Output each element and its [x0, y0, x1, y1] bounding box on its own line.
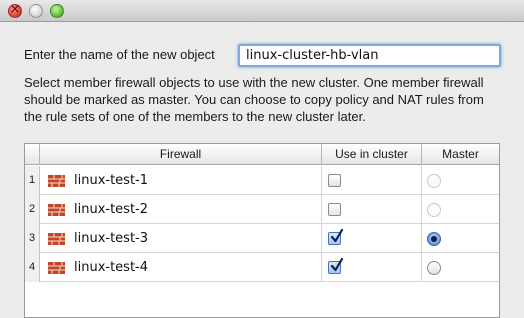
- member-firewalls-table: Firewall Use in cluster Master 1 linux-t…: [24, 143, 500, 318]
- table-row[interactable]: 1 linux-test-1: [25, 166, 499, 195]
- master-radio[interactable]: [427, 203, 441, 217]
- use-in-cluster-checkbox[interactable]: [328, 174, 341, 187]
- use-in-cluster-cell: [322, 166, 422, 195]
- firewall-name: linux-test-1: [74, 173, 149, 188]
- table-row[interactable]: 3 linux-test-3: [25, 224, 499, 253]
- firewall-brick-icon: [48, 233, 65, 245]
- use-in-cluster-cell: [322, 195, 422, 224]
- master-radio[interactable]: [427, 261, 441, 275]
- use-in-cluster-cell: [322, 224, 422, 253]
- use-in-cluster-checkbox[interactable]: [328, 229, 344, 245]
- row-number: 1: [25, 166, 40, 195]
- table-header: Firewall Use in cluster Master: [25, 144, 499, 165]
- firewall-name: linux-test-4: [74, 260, 149, 275]
- checkmark-icon: [330, 258, 344, 272]
- minimize-window-button[interactable]: [29, 4, 43, 18]
- window-titlebar: [0, 0, 524, 22]
- table-row[interactable]: 4 linux-test-4: [25, 253, 499, 282]
- master-cell: [422, 166, 499, 195]
- object-name-label: Enter the name of the new object: [24, 47, 215, 62]
- master-radio[interactable]: [427, 232, 441, 246]
- row-number: 2: [25, 195, 40, 224]
- column-header-master[interactable]: Master: [422, 144, 499, 165]
- row-number: 3: [25, 224, 40, 253]
- checkmark-icon: [330, 229, 344, 243]
- firewall-brick-icon: [48, 175, 65, 187]
- firewall-cell: linux-test-3: [40, 224, 322, 253]
- firewall-name: linux-test-2: [74, 202, 149, 217]
- object-name-input[interactable]: [238, 44, 501, 67]
- master-cell: [422, 224, 499, 253]
- column-header-firewall[interactable]: Firewall: [40, 144, 322, 165]
- use-in-cluster-cell: [322, 253, 422, 282]
- master-cell: [422, 253, 499, 282]
- row-number-header: [25, 144, 40, 165]
- instructions-text: Select member firewall objects to use wi…: [24, 75, 484, 124]
- firewall-name: linux-test-3: [74, 231, 149, 246]
- table-row[interactable]: 2 linux-test-2: [25, 195, 499, 224]
- zoom-window-button[interactable]: [50, 4, 64, 18]
- use-in-cluster-checkbox[interactable]: [328, 258, 344, 274]
- radio-selected-dot: [431, 236, 437, 242]
- firewall-cell: linux-test-1: [40, 166, 322, 195]
- firewall-cell: linux-test-2: [40, 195, 322, 224]
- row-number: 4: [25, 253, 40, 282]
- firewall-cell: linux-test-4: [40, 253, 322, 282]
- firewall-brick-icon: [48, 262, 65, 274]
- column-header-use-in-cluster[interactable]: Use in cluster: [322, 144, 422, 165]
- firewall-brick-icon: [48, 204, 65, 216]
- master-radio[interactable]: [427, 174, 441, 188]
- close-window-button[interactable]: [8, 2, 22, 18]
- master-cell: [422, 195, 499, 224]
- use-in-cluster-checkbox[interactable]: [328, 203, 341, 216]
